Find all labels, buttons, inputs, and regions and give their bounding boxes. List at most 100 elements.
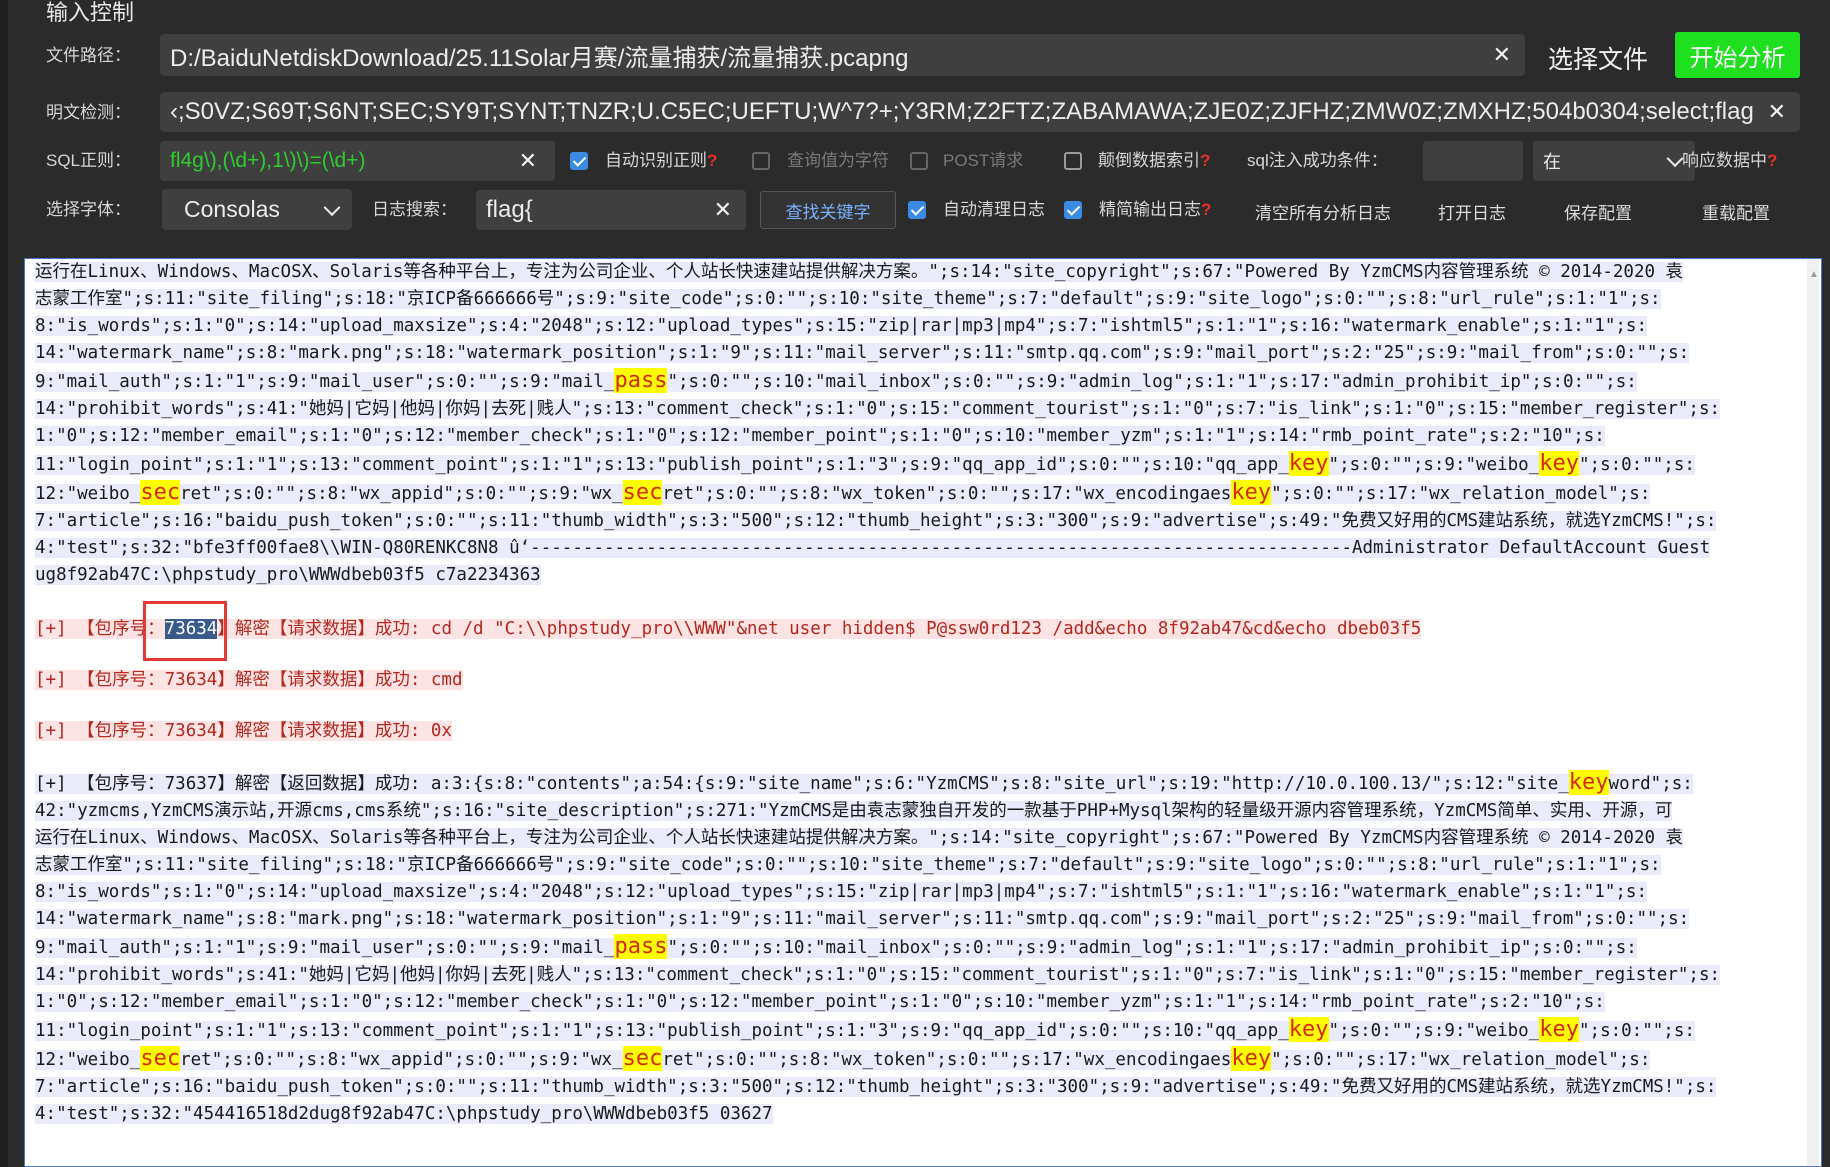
log-search-label: 日志搜索： — [372, 200, 457, 219]
sql-regex-clear-icon[interactable]: ✕ — [519, 148, 537, 174]
clear-all-logs-button[interactable]: 清空所有分析日志 — [1255, 199, 1391, 224]
reload-config-button[interactable]: 重载配置 — [1702, 199, 1770, 224]
condition-location-value: 在 — [1543, 152, 1561, 172]
log-text-segment: ";s:0:"";s:9:"weibo_ — [1328, 1021, 1540, 1041]
log-text-segment: 7:"article";s:16:"baidu_push_token";s:0:… — [35, 511, 1717, 531]
log-text-segment: 14:"prohibit_words";s:41:"她妈|它妈|他妈|你妈|去死… — [35, 965, 1721, 985]
log-text-segment: 9:"mail_auth";s:1:"1";s:9:"mail_user";s:… — [35, 938, 615, 958]
log-text-segment: 14:"prohibit_words";s:41:"她妈|它妈|他妈|你妈|去死… — [35, 399, 1721, 419]
log-line: 14:"watermark_name";s:8:"mark.png";s:18:… — [35, 340, 1795, 367]
sql-regex-value: fl4g\),(\d+),1\)\)=(\d+) — [170, 149, 366, 172]
reverse-index-checkbox[interactable] — [1064, 152, 1082, 170]
log-output-panel[interactable]: 运行在Linux、Windows、MacOSX、Solaris等各种平台上，专注… — [24, 258, 1822, 1167]
highlight-box — [143, 601, 227, 661]
help-icon[interactable]: ? — [1767, 151, 1777, 170]
log-text-segment: word";s: — [1608, 774, 1693, 794]
log-line: 1:"0";s:12:"member_email";s:1:"0";s:12:"… — [35, 989, 1795, 1016]
brief-output-text: 精简输出日志? — [1099, 199, 1211, 221]
log-line: 14:"prohibit_words";s:41:"她妈|它妈|他妈|你妈|去死… — [35, 396, 1795, 423]
log-line: 14:"prohibit_words";s:41:"她妈|它妈|他妈|你妈|去死… — [35, 962, 1795, 989]
log-text-segment: 14:"watermark_name";s:8:"mark.png";s:18:… — [35, 909, 1690, 929]
log-text-segment: 7:"article";s:16:"baidu_push_token";s:0:… — [35, 1077, 1717, 1097]
log-line: 运行在Linux、Windows、MacOSX、Solaris等各种平台上，专注… — [35, 259, 1795, 286]
log-line: 7:"article";s:16:"baidu_push_token";s:0:… — [35, 508, 1795, 535]
success-condition-label: sql注入成功条件： — [1247, 151, 1388, 170]
section-title: 输入控制 — [46, 0, 135, 25]
log-text-segment: ret";s:0:"";s:8:"wx_appid";s:0:"";s:9:"w… — [180, 1050, 623, 1070]
log-text-segment: 14:"watermark_name";s:8:"mark.png";s:18:… — [35, 343, 1690, 363]
log-text-segment: 8:"is_words";s:1:"0";s:14:"upload_maxsiz… — [35, 316, 1647, 336]
file-path-field[interactable]: D:/BaiduNetdiskDownload/25.11Solar月赛/流量捕… — [160, 34, 1525, 76]
log-text-segment: 运行在Linux、Windows、MacOSX、Solaris等各种平台上，专注… — [35, 828, 1684, 848]
log-line: 8:"is_words";s:1:"0";s:14:"upload_maxsiz… — [35, 313, 1795, 340]
log-line: 志蒙工作室";s:11:"site_filing";s:18:"京ICP备666… — [35, 286, 1795, 313]
log-text-segment: 志蒙工作室";s:11:"site_filing";s:18:"京ICP备666… — [35, 855, 1661, 875]
chevron-down-icon — [323, 198, 341, 216]
condition-location-select[interactable]: 在 — [1533, 141, 1695, 181]
vertical-scrollbar[interactable]: ▲ — [1807, 259, 1819, 1166]
reverse-index-text: 颠倒数据索引? — [1098, 150, 1210, 172]
log-search-input[interactable]: flag{ ✕ — [476, 190, 746, 230]
save-config-button[interactable]: 保存配置 — [1564, 199, 1632, 224]
keyword-highlight: key — [1539, 451, 1579, 476]
keyword-highlight: key — [1231, 480, 1272, 505]
left-edge — [0, 0, 8, 1167]
log-text-segment: 4:"test";s:32:"454416518d2dug8f92ab47C:\… — [35, 1104, 773, 1124]
request-log-cmd: [+] 【包序号：73634】解密【请求数据】成功: cmd — [35, 670, 463, 690]
keyword-highlight: pass — [614, 368, 668, 393]
log-search-clear-icon[interactable]: ✕ — [714, 197, 732, 223]
file-path-clear-icon[interactable]: ✕ — [1493, 42, 1511, 68]
log-search-value: flag{ — [486, 196, 533, 223]
post-request-label: POST请求 — [943, 151, 1024, 170]
brief-output-checkbox[interactable] — [1064, 201, 1082, 219]
request-log-0x: [+] 【包序号：73634】解密【请求数据】成功: 0x — [35, 721, 452, 741]
scroll-up-icon[interactable]: ▲ — [1809, 269, 1819, 283]
log-text-segment: 1:"0";s:12:"member_email";s:1:"0";s:12:"… — [35, 426, 1605, 446]
log-text-segment: 志蒙工作室";s:11:"site_filing";s:18:"京ICP备666… — [35, 289, 1661, 309]
help-icon[interactable]: ? — [1200, 151, 1210, 170]
plaintext-field[interactable]: ‹;S0VZ;S69T;S6NT;SEC;SY9T;SYNT;TNZR;U.C5… — [160, 92, 1800, 132]
plaintext-label: 明文检测： — [46, 103, 131, 122]
auto-clear-log-checkbox[interactable] — [908, 201, 926, 219]
reverse-index-label: 颠倒数据索引 — [1098, 151, 1200, 170]
log-line: 1:"0";s:12:"member_email";s:1:"0";s:12:"… — [35, 423, 1795, 450]
font-select[interactable]: Consolas — [162, 189, 352, 230]
keyword-highlight: pass — [614, 934, 668, 959]
auto-regex-checkbox[interactable] — [570, 152, 588, 170]
help-icon[interactable]: ? — [707, 151, 717, 170]
log-text-segment: 11:"login_point";s:1:"1";s:13:"comment_p… — [35, 455, 1289, 475]
help-icon[interactable]: ? — [1201, 200, 1211, 219]
choose-file-button[interactable]: 选择文件 — [1548, 40, 1648, 76]
auto-regex-text: 自动识别正则? — [605, 150, 717, 172]
request-command: 】解密【请求数据】成功: cd /d "C:\\phpstudy_pro\\WW… — [217, 619, 1422, 639]
start-analysis-button[interactable]: 开始分析 — [1675, 32, 1800, 78]
log-text-segment: ";s:0:"";s:10:"mail_inbox";s:0:"";s:9:"a… — [667, 938, 1637, 958]
open-log-button[interactable]: 打开日志 — [1438, 199, 1506, 224]
log-text-segment: ";s:0:"";s:17:"wx_relation_model";s: — [1271, 1050, 1651, 1070]
keyword-highlight: key — [1231, 1046, 1272, 1071]
log-text-segment: [+] 【包序号：73637】解密【返回数据】成功: a:3:{s:8:"con… — [35, 774, 1569, 794]
log-line: 运行在Linux、Windows、MacOSX、Solaris等各种平台上，专注… — [35, 825, 1795, 852]
chevron-down-icon — [1666, 150, 1684, 168]
query-as-char-checkbox[interactable] — [752, 152, 770, 170]
log-line: 12:"weibo_secret";s:0:"";s:8:"wx_appid";… — [35, 479, 1795, 508]
find-keyword-button[interactable]: 查找关键字 — [760, 191, 896, 229]
sql-regex-field[interactable]: fl4g\),(\d+),1\)\)=(\d+) ✕ — [160, 141, 555, 181]
plaintext-clear-icon[interactable]: ✕ — [1768, 99, 1786, 125]
success-condition-input[interactable] — [1423, 141, 1523, 181]
log-line: 11:"login_point";s:1:"1";s:13:"comment_p… — [35, 450, 1795, 479]
log-line: 14:"watermark_name";s:8:"mark.png";s:18:… — [35, 906, 1795, 933]
font-select-value: Consolas — [184, 196, 280, 222]
log-text-segment: ";s:0:"";s: — [1579, 455, 1695, 475]
response-block-1: 运行在Linux、Windows、MacOSX、Solaris等各种平台上，专注… — [35, 259, 1795, 589]
keyword-highlight: key — [1539, 1017, 1579, 1042]
keyword-highlight: sec — [140, 480, 181, 505]
response-block-2: [+] 【包序号：73637】解密【返回数据】成功: a:3:{s:8:"con… — [35, 769, 1795, 1128]
log-text-segment: ";s:0:"";s:17:"wx_relation_model";s: — [1271, 484, 1651, 504]
log-line: 42:"yzmcms,YzmCMS演示站,开源cms,cms系统";s:16:"… — [35, 798, 1795, 825]
keyword-highlight: key — [1288, 451, 1329, 476]
post-request-checkbox[interactable] — [910, 152, 928, 170]
log-line: 7:"article";s:16:"baidu_push_token";s:0:… — [35, 1074, 1795, 1101]
brief-output-label: 精简输出日志 — [1099, 200, 1201, 219]
log-line: [+] 【包序号：73637】解密【返回数据】成功: a:3:{s:8:"con… — [35, 769, 1795, 798]
